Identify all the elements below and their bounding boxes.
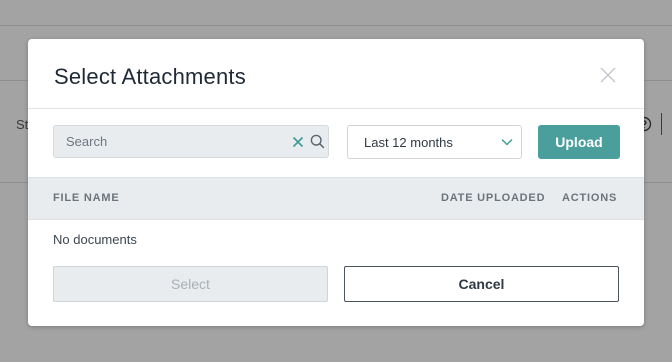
- date-range-select[interactable]: Last 12 months: [347, 125, 522, 159]
- table-header: FILE NAME DATE UPLOADED ACTIONS: [28, 177, 644, 220]
- close-icon[interactable]: [598, 65, 618, 85]
- background-label: St: [16, 117, 29, 132]
- modal-title: Select Attachments: [54, 64, 246, 89]
- search-input[interactable]: [66, 126, 276, 157]
- cancel-button[interactable]: Cancel: [344, 266, 619, 302]
- column-header-actions: ACTIONS: [562, 192, 618, 204]
- select-button[interactable]: Select: [53, 266, 328, 302]
- date-range-value: Last 12 months: [364, 135, 453, 150]
- select-attachments-modal: Select Attachments Last 12 months Upload…: [28, 39, 644, 326]
- chevron-down-icon: [501, 139, 513, 146]
- empty-state-text: No documents: [53, 232, 137, 247]
- column-header-file-name[interactable]: FILE NAME: [53, 192, 119, 204]
- close-button[interactable]: [598, 65, 618, 85]
- background-divider-vertical: [661, 113, 662, 135]
- background-divider: [0, 25, 672, 26]
- clear-icon[interactable]: [292, 136, 304, 148]
- search-icon[interactable]: [310, 134, 325, 149]
- upload-button[interactable]: Upload: [538, 125, 620, 159]
- search-field[interactable]: [53, 125, 329, 158]
- modal-header: Select Attachments: [28, 39, 644, 109]
- column-header-date-uploaded[interactable]: DATE UPLOADED: [441, 192, 545, 204]
